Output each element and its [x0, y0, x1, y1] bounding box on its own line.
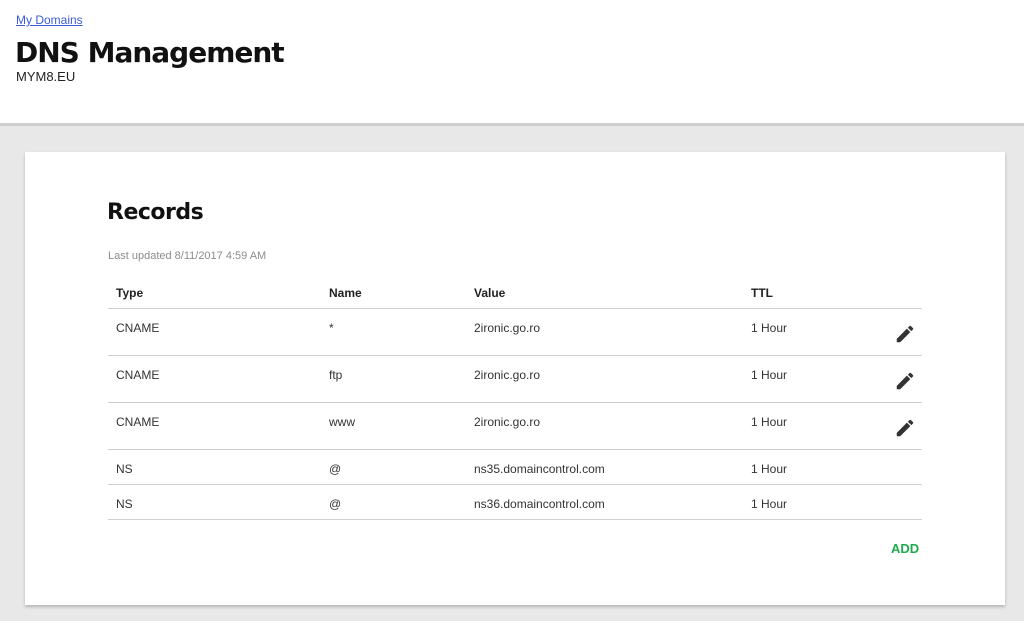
- last-updated-text: Last updated 8/11/2017 4:59 AM: [108, 250, 267, 262]
- table-row: CNAME www 2ironic.go.ro 1 Hour: [108, 403, 922, 450]
- record-type: CNAME: [116, 368, 160, 382]
- record-type: CNAME: [116, 415, 160, 429]
- column-header-name: Name: [329, 286, 362, 300]
- record-type: CNAME: [116, 321, 160, 335]
- record-name: www: [329, 415, 355, 429]
- record-ttl: 1 Hour: [751, 368, 788, 382]
- page-header: My Domains DNS Management MYM8.EU: [0, 0, 1024, 126]
- breadcrumb-my-domains[interactable]: My Domains: [16, 13, 83, 27]
- record-name: @: [329, 462, 342, 476]
- records-title: Records: [107, 200, 204, 225]
- table-row: NS @ ns36.domaincontrol.com 1 Hour: [108, 485, 922, 520]
- record-ttl: 1 Hour: [751, 462, 788, 476]
- page-title: DNS Management: [15, 36, 285, 69]
- record-value: 2ironic.go.ro: [474, 415, 541, 429]
- record-value: 2ironic.go.ro: [474, 368, 541, 382]
- table-header-row: Type Name Value TTL: [108, 275, 922, 309]
- record-name: *: [329, 321, 334, 335]
- record-type: NS: [116, 497, 133, 511]
- record-ttl: 1 Hour: [751, 415, 788, 429]
- table-row: CNAME * 2ironic.go.ro 1 Hour: [108, 309, 922, 356]
- records-table: Type Name Value TTL CNAME * 2ironic.go.r…: [108, 275, 922, 520]
- records-card: Records Last updated 8/11/2017 4:59 AM T…: [25, 152, 1005, 605]
- table-row: NS @ ns35.domaincontrol.com 1 Hour: [108, 450, 922, 485]
- table-row: CNAME ftp 2ironic.go.ro 1 Hour: [108, 356, 922, 403]
- column-header-value: Value: [474, 286, 506, 300]
- record-value: ns35.domaincontrol.com: [474, 462, 605, 476]
- pencil-icon[interactable]: [894, 323, 916, 345]
- column-header-ttl: TTL: [751, 286, 773, 300]
- record-name: @: [329, 497, 342, 511]
- column-header-type: Type: [116, 286, 144, 300]
- record-name: ftp: [329, 368, 343, 382]
- pencil-icon[interactable]: [894, 370, 916, 392]
- record-ttl: 1 Hour: [751, 497, 788, 511]
- record-ttl: 1 Hour: [751, 321, 788, 335]
- pencil-icon[interactable]: [894, 417, 916, 439]
- record-value: 2ironic.go.ro: [474, 321, 541, 335]
- record-type: NS: [116, 462, 133, 476]
- add-record-button[interactable]: ADD: [891, 541, 919, 556]
- record-value: ns36.domaincontrol.com: [474, 497, 605, 511]
- domain-name: MYM8.EU: [16, 69, 76, 84]
